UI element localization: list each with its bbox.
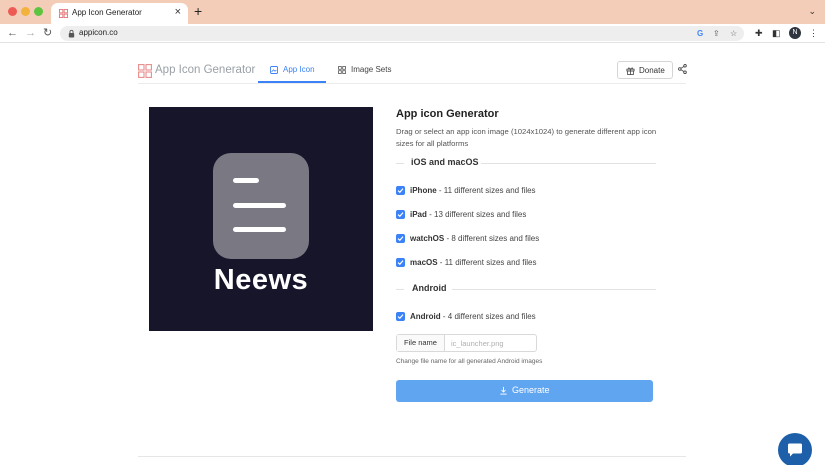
section-divider	[396, 289, 404, 290]
text-line-graphic	[233, 203, 286, 208]
option-name: iPhone	[410, 186, 437, 195]
footer-divider	[138, 456, 686, 457]
header-divider	[138, 83, 686, 84]
image-icon	[270, 66, 278, 74]
section-android: Android	[396, 283, 656, 295]
option-name: watchOS	[410, 234, 445, 243]
file-name-group: File name	[396, 334, 537, 352]
download-icon	[500, 386, 507, 395]
tab-app-icon-label: App Icon	[283, 65, 315, 74]
minimize-window-button[interactable]	[21, 7, 30, 16]
icon-dropzone-preview[interactable]: Neews	[149, 107, 373, 331]
option-detail: - 4 different sizes and files	[440, 312, 536, 321]
share-icon[interactable]	[678, 64, 687, 74]
gift-icon	[626, 67, 635, 75]
text-line-graphic	[233, 227, 286, 232]
section-divider	[481, 163, 656, 164]
panel-title: App icon Generator	[396, 108, 499, 120]
generate-label: Generate	[512, 385, 550, 395]
share-page-icon[interactable]: ⇪	[713, 28, 720, 39]
checkbox-watchos[interactable]	[396, 234, 405, 243]
text-line-graphic	[233, 178, 259, 183]
reload-icon[interactable]: ↻	[43, 25, 52, 41]
grid-icon	[338, 66, 346, 74]
address-bar[interactable]: appicon.co G ⇪ ☆	[60, 26, 744, 41]
option-iphone[interactable]: iPhone - 11 different sizes and files	[396, 185, 656, 197]
option-detail: - 11 different sizes and files	[437, 258, 537, 267]
close-window-button[interactable]	[8, 7, 17, 16]
browser-toolbar: ← → ↻ appicon.co G ⇪ ☆ ✚ ◧ ⋮	[0, 24, 825, 43]
extensions-icon[interactable]: ✚	[755, 27, 763, 39]
chat-bubble-icon	[788, 443, 802, 457]
option-ipad[interactable]: iPad - 13 different sizes and files	[396, 209, 656, 221]
section-ios-macos: iOS and macOS	[396, 157, 656, 169]
panel-description: Drag or select an app icon image (1024x1…	[396, 127, 657, 148]
chat-widget-button[interactable]	[778, 433, 812, 465]
tab-title: App Icon Generator	[72, 8, 142, 17]
option-name: Android	[410, 312, 441, 321]
tab-search-chevron-icon[interactable]: ⌄	[808, 6, 816, 17]
option-detail: - 13 different sizes and files	[426, 210, 527, 219]
back-icon[interactable]: ←	[7, 25, 18, 41]
google-icon[interactable]: G	[697, 28, 703, 39]
option-detail: - 8 different sizes and files	[444, 234, 540, 243]
option-watchos[interactable]: watchOS - 8 different sizes and files	[396, 233, 656, 245]
logo-grid-icon	[138, 64, 152, 78]
file-name-label: File name	[397, 335, 445, 351]
option-name: macOS	[410, 258, 438, 267]
section-divider	[396, 163, 404, 164]
forward-icon[interactable]: →	[25, 25, 36, 41]
side-panel-icon[interactable]: ◧	[772, 27, 781, 39]
option-android[interactable]: Android - 4 different sizes and files	[396, 311, 656, 323]
close-tab-icon[interactable]: ×	[175, 6, 181, 18]
maximize-window-button[interactable]	[34, 7, 43, 16]
section-label: Android	[412, 283, 447, 293]
more-menu-icon[interactable]: ⋮	[809, 27, 818, 39]
section-label: iOS and macOS	[411, 157, 479, 167]
file-name-help: Change file name for all generated Andro…	[396, 358, 543, 365]
option-macos[interactable]: macOS - 11 different sizes and files	[396, 257, 656, 269]
generate-button[interactable]: Generate	[396, 380, 653, 402]
checkbox-macos[interactable]	[396, 258, 405, 267]
new-tab-icon[interactable]: +	[194, 4, 202, 18]
checkbox-iphone[interactable]	[396, 186, 405, 195]
lock-icon	[68, 29, 75, 38]
browser-tab-bar: App Icon Generator × + ⌄	[0, 0, 825, 24]
favicon-icon	[59, 9, 68, 18]
donate-button[interactable]: Donate	[617, 61, 673, 79]
logo-text: App Icon Generator	[155, 64, 256, 76]
checkbox-ipad[interactable]	[396, 210, 405, 219]
checkbox-android[interactable]	[396, 312, 405, 321]
bookmark-star-icon[interactable]: ☆	[730, 28, 737, 39]
option-name: iPad	[410, 210, 427, 219]
option-detail: - 11 different sizes and files	[436, 186, 536, 195]
file-name-input[interactable]	[447, 336, 535, 350]
browser-tab[interactable]: App Icon Generator ×	[51, 3, 188, 24]
profile-avatar[interactable]: N	[789, 27, 801, 39]
donate-label: Donate	[639, 66, 665, 75]
tab-image-sets-label: Image Sets	[351, 65, 392, 74]
url-text: appicon.co	[79, 28, 118, 37]
app-icon-tile	[213, 153, 309, 259]
app-name-text: Neews	[213, 264, 309, 296]
section-divider	[452, 289, 656, 290]
